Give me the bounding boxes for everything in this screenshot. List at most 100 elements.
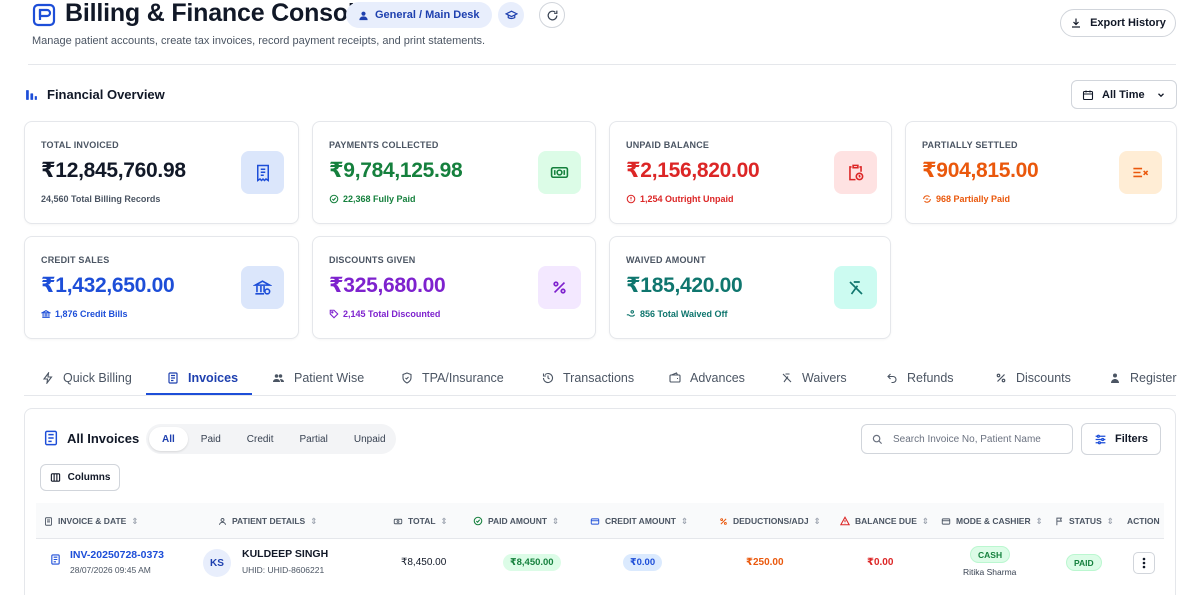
status-filter-group: All Paid Credit Partial Unpaid: [146, 424, 396, 454]
training-mode-button[interactable]: [498, 2, 524, 28]
shield-icon: [401, 372, 413, 384]
refresh-icon: [546, 9, 559, 22]
stat-subtext: 1,254 Outright Unpaid: [626, 194, 734, 204]
sort-icon: ⇕: [921, 515, 929, 526]
status-badge: PAID: [1066, 554, 1102, 571]
column-status[interactable]: STATUS ⇕: [1055, 503, 1114, 539]
check-circle-icon: [473, 516, 483, 526]
filter-unpaid[interactable]: Unpaid: [341, 427, 399, 451]
column-label: ACTION: [1127, 516, 1160, 526]
tab-label: Patient Wise: [294, 371, 365, 385]
sort-icon: ⇕: [310, 515, 318, 526]
table-row[interactable]: INV-20250728-0373 28/07/2026 09:45 AM KS…: [36, 539, 1164, 587]
stat-label: PAYMENTS COLLECTED: [329, 140, 439, 150]
column-credit-amount[interactable]: CREDIT AMOUNT ⇕: [590, 503, 688, 539]
tab-register[interactable]: Register: [1109, 361, 1177, 395]
tab-quick-billing[interactable]: Quick Billing: [42, 361, 132, 395]
invoice-number-link[interactable]: INV-20250728-0373: [70, 549, 164, 561]
column-total[interactable]: TOTAL ⇕: [393, 503, 448, 539]
table-header: INVOICE & DATE ⇕ PATIENT DETAILS ⇕ TOTAL…: [36, 503, 1164, 539]
stat-value: ₹904,815.00: [922, 159, 1039, 182]
column-label: BALANCE DUE: [855, 516, 917, 526]
stat-value: ₹2,156,820.00: [626, 159, 760, 182]
tab-label: Advances: [690, 371, 745, 385]
export-history-button[interactable]: Export History: [1060, 9, 1176, 37]
stat-subtext-label: 2,145 Total Discounted: [343, 309, 441, 319]
tab-advances[interactable]: Advances: [669, 361, 745, 395]
tab-label: TPA/Insurance: [422, 371, 504, 385]
receipt-icon: [241, 151, 284, 194]
tab-refunds[interactable]: Refunds: [886, 361, 954, 395]
tab-label: Transactions: [563, 371, 635, 385]
patient-name[interactable]: KULDEEP SINGH: [242, 548, 328, 560]
filter-paid[interactable]: Paid: [188, 427, 234, 451]
tab-discounts[interactable]: Discounts: [995, 361, 1071, 395]
page-subtitle: Manage patient accounts, create tax invo…: [32, 35, 486, 47]
clipboard-clock-icon: [834, 151, 877, 194]
invoice-icon: [167, 372, 179, 384]
undo-icon: [886, 372, 898, 384]
search-input[interactable]: [893, 433, 1062, 445]
card-icon: [941, 517, 951, 526]
paid-amount-chip: ₹8,450.00: [503, 554, 561, 571]
column-label: TOTAL: [408, 516, 436, 526]
column-patient-details[interactable]: PATIENT DETAILS ⇕: [218, 503, 317, 539]
user-icon: [358, 10, 369, 21]
stat-subtext-label: 968 Partially Paid: [936, 194, 1011, 204]
filter-credit[interactable]: Credit: [234, 427, 287, 451]
stat-subtext-label: 1,254 Outright Unpaid: [640, 194, 734, 204]
refresh-button[interactable]: [539, 2, 565, 28]
tab-label: Quick Billing: [63, 371, 132, 385]
tab-patient-wise[interactable]: Patient Wise: [272, 361, 364, 395]
search-icon: [872, 434, 883, 445]
column-mode-cashier[interactable]: MODE & CASHIER ⇕: [941, 503, 1043, 539]
filters-button[interactable]: Filters: [1081, 423, 1161, 455]
column-action: ACTION: [1127, 503, 1160, 539]
column-label: STATUS: [1069, 516, 1102, 526]
payment-mode-badge: CASH: [970, 546, 1011, 563]
bolt-icon: [42, 372, 54, 384]
waive-icon: [781, 372, 793, 384]
desk-selector[interactable]: General / Main Desk: [346, 2, 492, 28]
filter-all[interactable]: All: [149, 427, 188, 451]
column-label: CREDIT AMOUNT: [605, 516, 676, 526]
stat-subtext: 856 Total Waived Off: [626, 309, 728, 319]
tab-tpa-insurance[interactable]: TPA/Insurance: [401, 361, 504, 395]
waive-icon: [834, 266, 877, 309]
history-icon: [542, 372, 554, 384]
cash-icon: [538, 151, 581, 194]
tab-invoices[interactable]: Invoices: [167, 361, 238, 395]
tab-waivers[interactable]: Waivers: [781, 361, 847, 395]
warning-icon: [840, 516, 850, 526]
percent-icon: [538, 266, 581, 309]
column-paid-amount[interactable]: PAID AMOUNT ⇕: [473, 503, 559, 539]
avatar: KS: [203, 549, 231, 577]
money-icon: [393, 517, 403, 526]
tab-transactions[interactable]: Transactions: [542, 361, 634, 395]
tab-label: Discounts: [1016, 371, 1071, 385]
sort-icon: ⇕: [552, 515, 560, 526]
tabs-divider: [24, 395, 1176, 396]
tab-label: Refunds: [907, 371, 954, 385]
stat-card-waived-amount: WAIVED AMOUNT ₹185,420.00 856 Total Waiv…: [609, 236, 891, 339]
time-range-select[interactable]: All Time: [1071, 80, 1177, 109]
filters-label: Filters: [1114, 433, 1148, 445]
time-range-value: All Time: [1102, 88, 1145, 101]
column-deductions[interactable]: DEDUCTIONS/ADJ ⇕: [719, 503, 821, 539]
column-invoice-date[interactable]: INVOICE & DATE ⇕: [44, 503, 138, 539]
filter-partial[interactable]: Partial: [286, 427, 340, 451]
columns-button[interactable]: Columns: [40, 464, 120, 491]
stat-card-credit-sales: CREDIT SALES ₹1,432,650.00 1,876 Credit …: [24, 236, 299, 339]
sort-icon: ⇕: [813, 515, 821, 526]
invoice-date: 28/07/2026 09:45 AM: [70, 565, 151, 575]
column-balance-due[interactable]: BALANCE DUE ⇕: [840, 503, 929, 539]
chevron-down-icon: [1156, 90, 1166, 100]
row-actions-button[interactable]: [1133, 552, 1155, 574]
stat-value: ₹325,680.00: [329, 274, 446, 297]
patient-uhid: UHID: UHID-8606221: [242, 565, 325, 575]
header-divider: [28, 64, 1176, 65]
sort-icon: ⇕: [131, 515, 139, 526]
percent-icon: [995, 372, 1007, 384]
column-label: INVOICE & DATE: [58, 516, 127, 526]
stat-label: DISCOUNTS GIVEN: [329, 255, 416, 265]
